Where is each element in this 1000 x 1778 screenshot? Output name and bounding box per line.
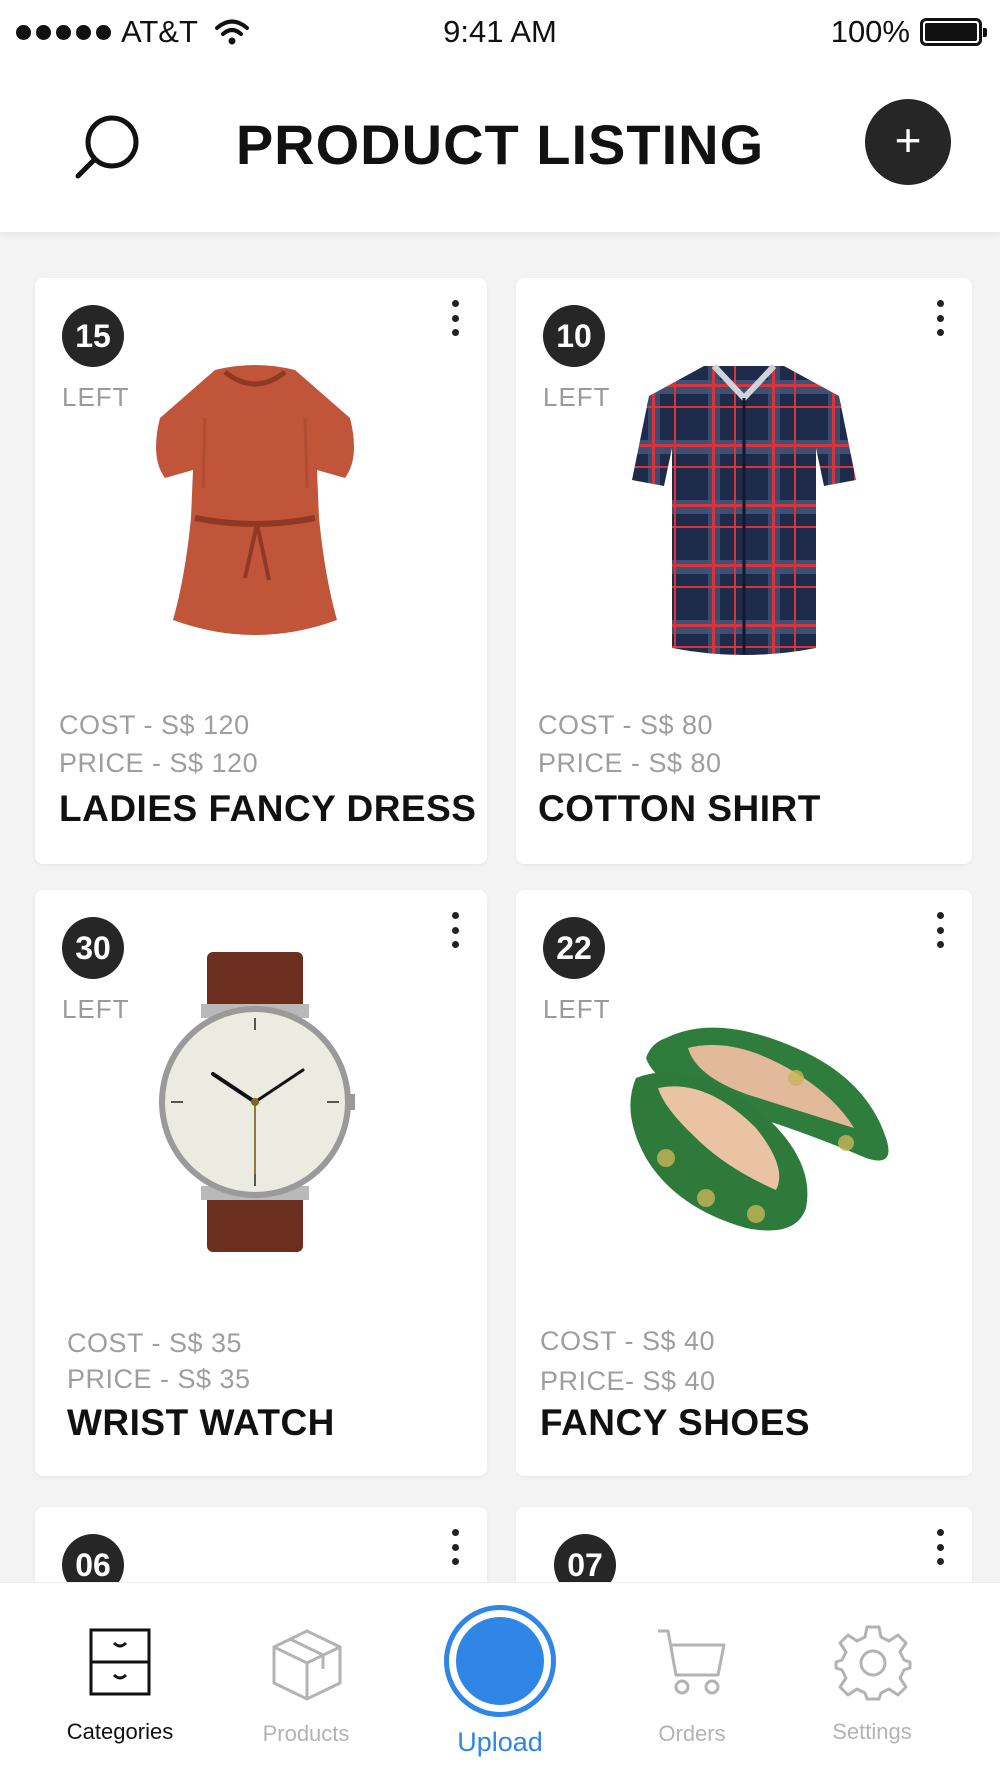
product-card[interactable]: 10 LEFT COST - S$ 80 PRICE - S$ 80 COTTO… xyxy=(516,278,972,864)
shirt-image xyxy=(632,363,856,655)
product-card[interactable]: 06 xyxy=(35,1507,487,1582)
drawer-cabinet-icon xyxy=(89,1628,151,1696)
stock-left-label: LEFT xyxy=(62,994,130,1024)
battery-percentage: 100% xyxy=(830,14,910,49)
app-header: PRODUCT LISTING + xyxy=(0,66,1000,232)
battery-area: 100% xyxy=(830,14,987,50)
tab-label: Upload xyxy=(457,1727,543,1757)
watch-image xyxy=(159,952,355,1252)
page-title: PRODUCT LISTING xyxy=(235,113,765,176)
stock-count-badge: 30 xyxy=(62,917,124,979)
more-options-icon[interactable] xyxy=(930,910,950,950)
product-card[interactable]: 15 LEFT COST - S$ 120 PRICE - S$ 120 LAD… xyxy=(35,278,487,864)
product-card[interactable]: 22 LEFT COST - S$ 40 PRICE- S$ 40 FANCY … xyxy=(516,890,972,1476)
upload-circle-icon xyxy=(444,1605,556,1717)
dress-image xyxy=(156,365,354,635)
cart-icon xyxy=(658,1629,726,1695)
stock-count-badge: 15 xyxy=(62,305,124,367)
product-name: FANCY SHOES xyxy=(540,1402,811,1443)
more-options-icon[interactable] xyxy=(445,298,465,338)
tab-label: Products xyxy=(262,1721,350,1746)
add-product-button[interactable]: + xyxy=(865,99,951,185)
product-price: PRICE - S$ 35 xyxy=(67,1364,251,1394)
stock-left-label: LEFT xyxy=(62,382,130,412)
product-price: PRICE- S$ 40 xyxy=(540,1366,716,1396)
product-name: LADIES FANCY DRESS xyxy=(59,788,477,829)
battery-icon xyxy=(920,18,987,46)
tab-settings[interactable]: Settings xyxy=(792,1583,952,1778)
product-cost: COST - S$ 80 xyxy=(538,710,714,740)
box-icon xyxy=(272,1629,342,1701)
product-price: PRICE - S$ 120 xyxy=(59,748,259,778)
tab-label: Categories xyxy=(66,1719,174,1744)
bottom-tab-bar: Categories Products Upload Orders Settin… xyxy=(0,1582,1000,1778)
product-card[interactable]: 30 LEFT COST - S$ 35 PRICE - S$ 35 WRIST… xyxy=(35,890,487,1476)
more-options-icon[interactable] xyxy=(445,910,465,950)
gear-icon xyxy=(834,1625,912,1701)
tab-products[interactable]: Products xyxy=(226,1583,386,1778)
product-grid: 15 LEFT COST - S$ 120 PRICE - S$ 120 LAD… xyxy=(0,232,1000,1582)
stock-count-badge: 10 xyxy=(543,305,605,367)
more-options-icon[interactable] xyxy=(930,298,950,338)
status-bar: AT&T 9:41 AM 100% xyxy=(0,0,1000,66)
product-cost: COST - S$ 120 xyxy=(59,710,250,740)
stock-count-badge: 07 xyxy=(554,1534,616,1582)
tab-label: Orders xyxy=(658,1721,726,1746)
product-cost: COST - S$ 35 xyxy=(67,1328,243,1358)
product-cost: COST - S$ 40 xyxy=(540,1326,716,1356)
product-name: WRIST WATCH xyxy=(67,1402,335,1443)
stock-left-label: LEFT xyxy=(543,382,611,412)
tab-upload[interactable]: Upload xyxy=(420,1583,580,1778)
product-name: COTTON SHIRT xyxy=(538,788,821,829)
stock-count-badge: 22 xyxy=(543,917,605,979)
tab-orders[interactable]: Orders xyxy=(612,1583,772,1778)
more-options-icon[interactable] xyxy=(930,1527,950,1567)
tab-label: Settings xyxy=(832,1719,912,1744)
more-options-icon[interactable] xyxy=(445,1527,465,1567)
product-card[interactable]: 07 xyxy=(516,1507,972,1582)
product-price: PRICE - S$ 80 xyxy=(538,748,722,778)
tab-categories[interactable]: Categories xyxy=(40,1583,200,1778)
stock-count-badge: 06 xyxy=(62,1534,124,1582)
shoes-image xyxy=(630,1027,889,1231)
